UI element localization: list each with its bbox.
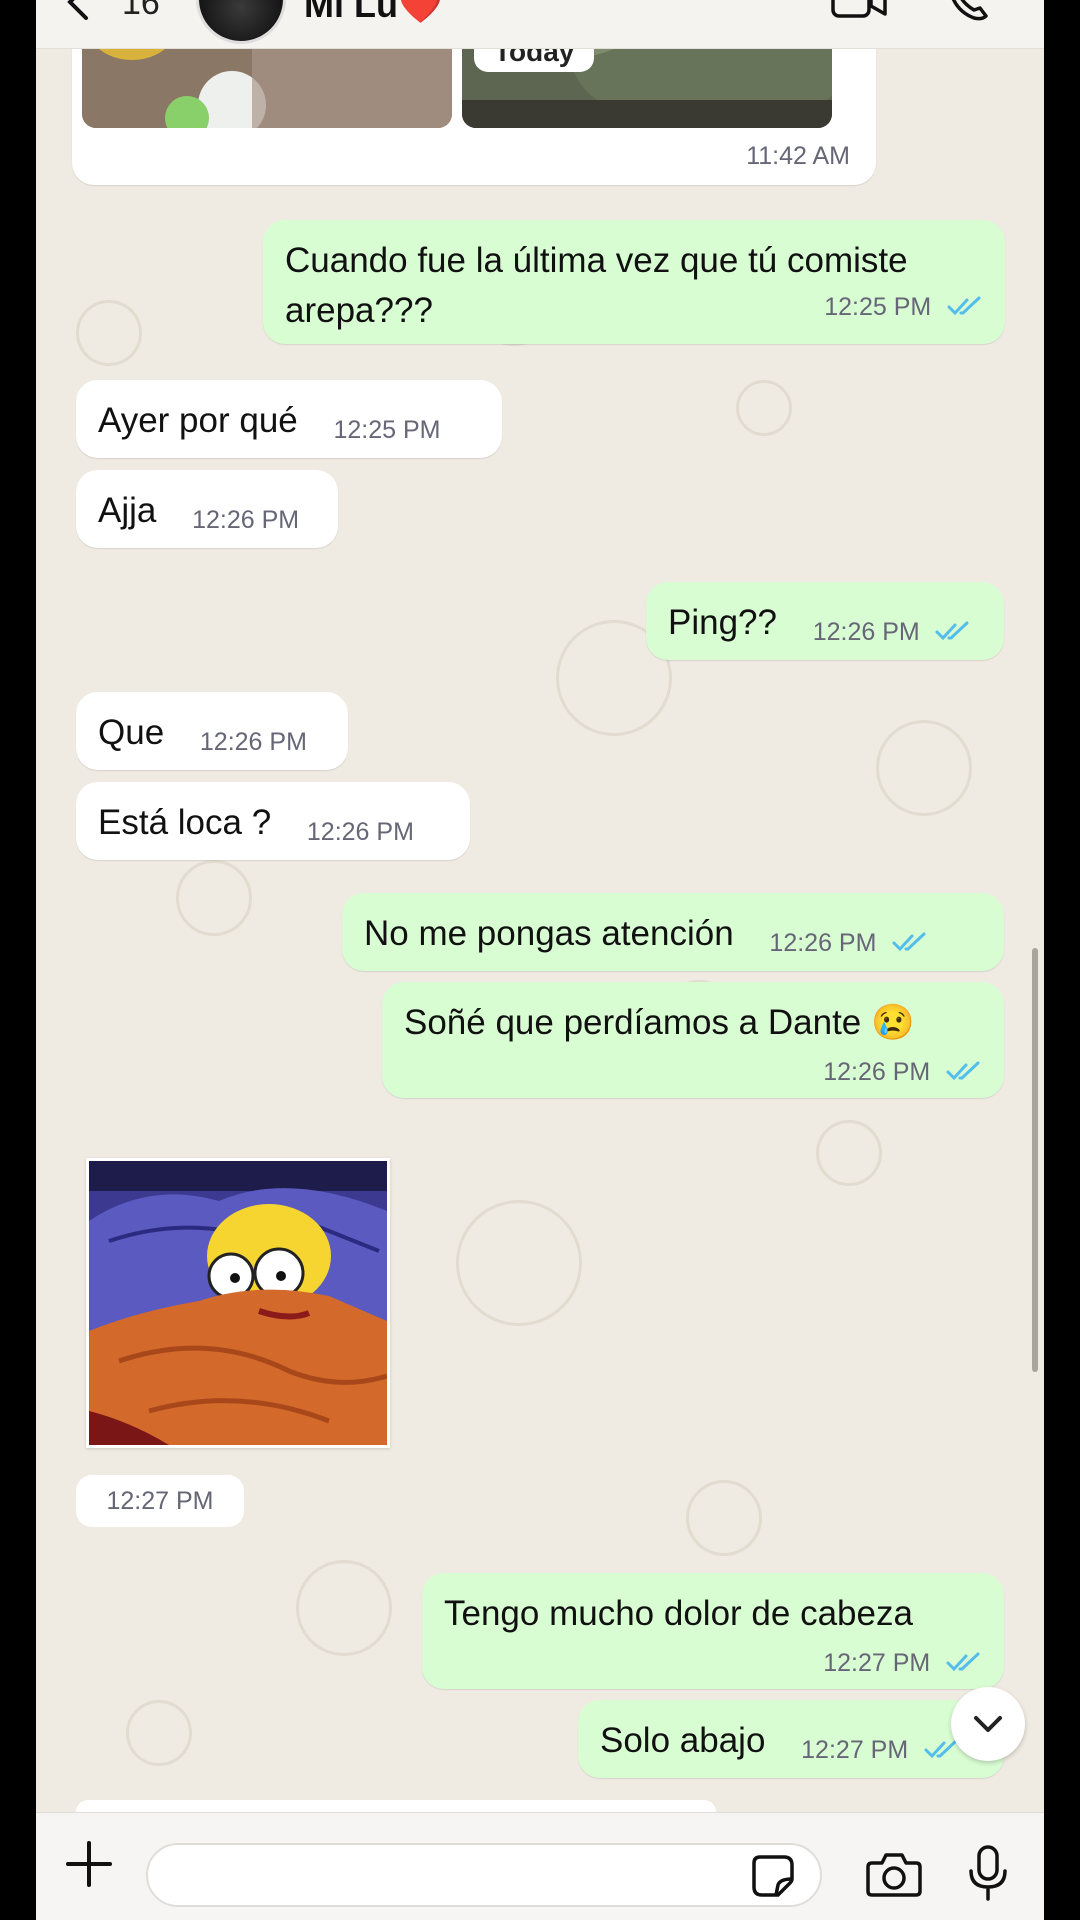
message-time: 12:26 PM (769, 929, 877, 957)
message-meta: 12:27 PM (801, 1722, 960, 1775)
message-bubble-outgoing[interactable]: Tengo mucho dolor de cabeza 12:27 PM (422, 1573, 1004, 1689)
message-text: Que (98, 713, 165, 752)
message-bubble-incoming[interactable]: Que 12:26 PM (76, 692, 348, 770)
message-meta: 12:26 PM (769, 915, 928, 968)
contact-name-text: Mi Lu (304, 0, 398, 25)
message-time: 12:26 PM (199, 728, 307, 756)
message-time: 12:27 PM (801, 1736, 909, 1764)
chat-screen: Today 11:42 AM Cuando fue la última vez … (36, 0, 1044, 1920)
message-bubble-incoming[interactable]: Está loca ? 12:26 PM (76, 782, 470, 860)
message-time: 12:26 PM (823, 1058, 931, 1086)
message-text: Tengo mucho dolor de cabeza (444, 1594, 913, 1633)
plus-icon[interactable] (64, 1839, 114, 1889)
double-check-icon (946, 1652, 980, 1671)
message-text: Ping?? (668, 603, 777, 642)
message-bubble-incoming[interactable] (76, 1800, 716, 1812)
contact-avatar[interactable] (196, 0, 286, 44)
camera-icon[interactable] (866, 1849, 922, 1899)
message-meta: 12:27 PM (444, 1635, 982, 1688)
double-check-icon (935, 621, 969, 640)
chevron-down-icon (974, 1716, 1002, 1732)
message-text: No me pongas atención (364, 914, 734, 953)
double-check-icon (892, 932, 926, 951)
message-text: Solo abajo (600, 1721, 766, 1760)
message-bubble-outgoing[interactable]: Solo abajo 12:27 PM (578, 1700, 1004, 1778)
message-meta: 12:25 PM (824, 279, 983, 332)
message-time: 12:25 PM (333, 416, 441, 444)
phone-call-icon[interactable] (946, 0, 992, 24)
video-call-icon[interactable] (831, 0, 887, 22)
message-bubble-incoming[interactable]: Ayer por qué 12:25 PM (76, 380, 502, 458)
message-bubble-outgoing[interactable]: Soñé que perdíamos a Dante 😢 12:26 PM (382, 982, 1004, 1098)
back-chevron-icon[interactable] (58, 0, 98, 22)
unread-count[interactable]: 16 (122, 0, 160, 23)
heart-emoji: ❤️ (397, 0, 443, 25)
message-time: 12:26 PM (306, 818, 414, 846)
message-bubble-outgoing[interactable]: Cuando fue la última vez que tú comiste … (263, 220, 1005, 344)
message-bubble-incoming[interactable]: Ajja 12:26 PM (76, 470, 338, 548)
contact-name[interactable]: Mi Lu❤️ (304, 0, 443, 26)
sticker-image[interactable] (86, 1158, 390, 1448)
album-timestamp: 11:42 AM (746, 142, 850, 170)
chat-header: 16 Mi Lu❤️ (36, 0, 1044, 49)
sticker-timestamp: 12:27 PM (76, 1475, 244, 1527)
message-text: Ajja (98, 491, 157, 530)
message-bubble-outgoing[interactable]: No me pongas atención 12:26 PM (342, 893, 1004, 971)
message-time: 12:27 PM (823, 1649, 931, 1677)
double-check-icon (946, 1061, 980, 1080)
message-text: Está loca ? (98, 803, 272, 842)
message-bubble-outgoing[interactable]: Ping?? 12:26 PM (646, 582, 1004, 660)
message-meta: 12:26 PM (404, 1044, 982, 1097)
sticker-icon[interactable] (750, 1853, 796, 1899)
message-input[interactable] (146, 1843, 822, 1907)
message-time: 12:25 PM (824, 293, 932, 321)
composer-bar (36, 1812, 1044, 1920)
scroll-to-bottom-button[interactable] (951, 1687, 1025, 1761)
message-meta: 12:26 PM (813, 604, 972, 657)
message-text: Ayer por qué (98, 401, 298, 440)
message-text: Soñé que perdíamos a Dante 😢 (404, 1003, 915, 1042)
message-time: 12:26 PM (812, 618, 920, 646)
microphone-icon[interactable] (966, 1845, 1010, 1901)
scrollbar[interactable] (1032, 948, 1038, 1372)
double-check-icon (947, 296, 981, 315)
message-time: 12:26 PM (192, 506, 300, 534)
